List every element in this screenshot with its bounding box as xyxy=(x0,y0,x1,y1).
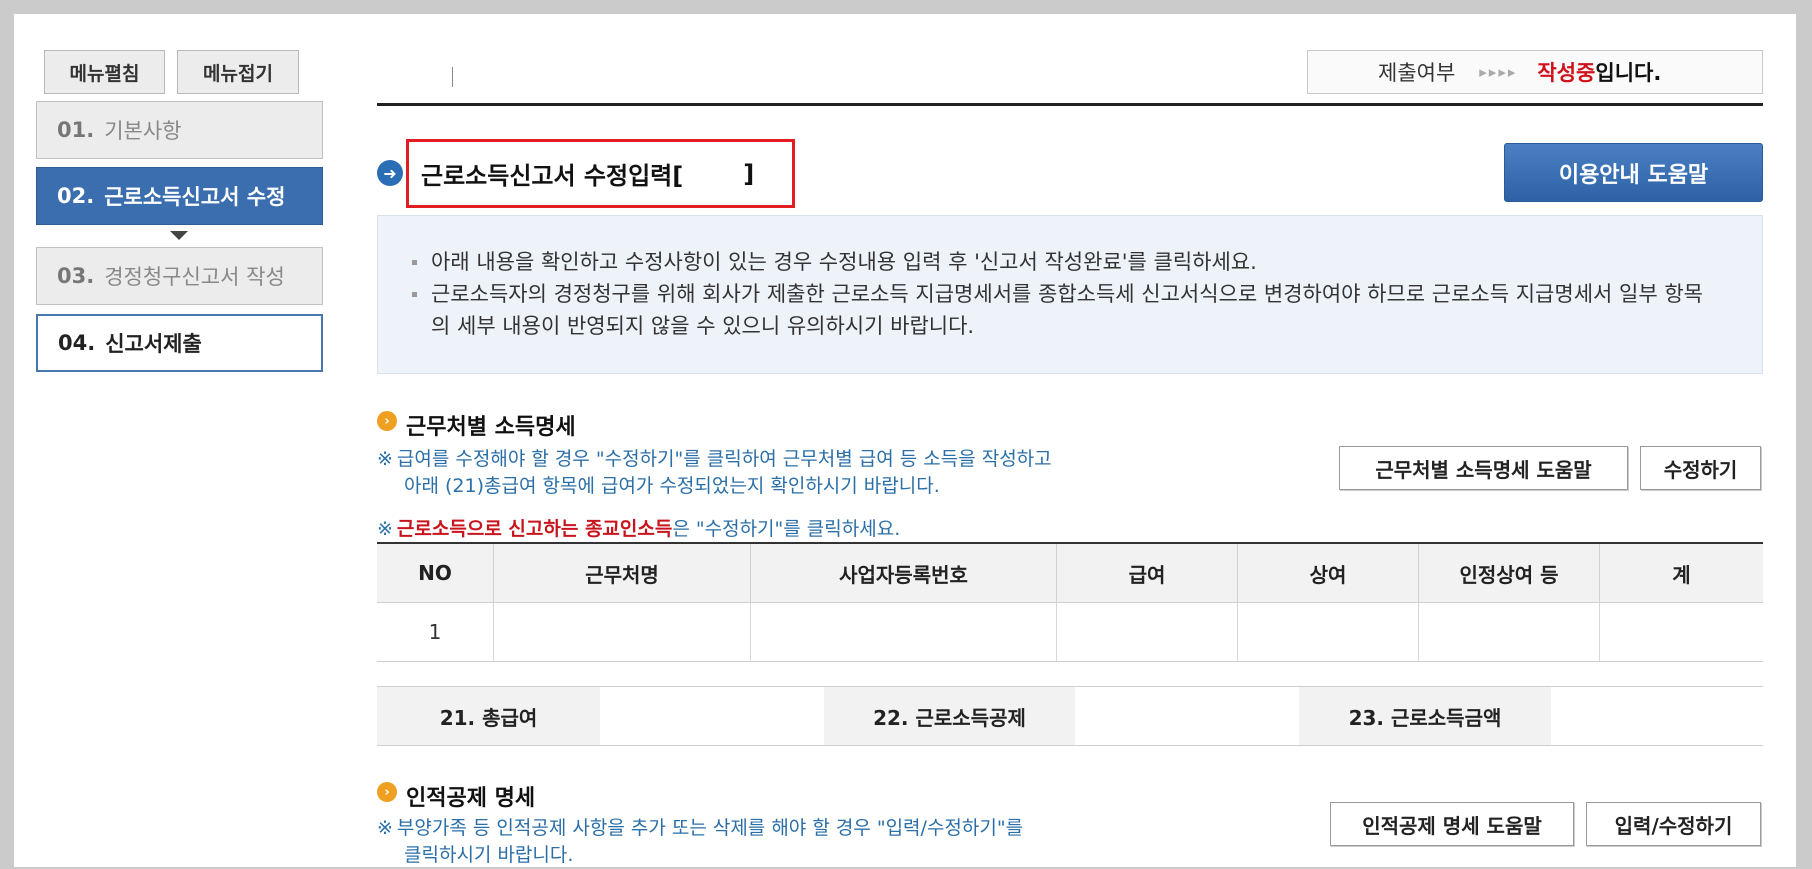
menu-collapse-button[interactable]: 메뉴접기 xyxy=(177,50,299,94)
note-line2: 클릭하시기 바랍니다. xyxy=(404,844,574,866)
table-cell xyxy=(1418,602,1600,662)
page-title-bracket: ] xyxy=(743,159,755,188)
step-label: 근로소득신고서 수정 xyxy=(104,185,286,209)
personal-section-title: 인적공제 명세 xyxy=(406,786,536,811)
page-title-text: 근로소득신고서 수정입력[ xyxy=(421,162,684,190)
income-section-title: 근무처별 소득명세 xyxy=(406,415,576,440)
personal-edit-button[interactable]: 입력/수정하기 xyxy=(1586,802,1761,846)
notice-item: 근로소득자의 경정청구를 위해 회사가 제출한 근로소득 지급명세서를 종합소득… xyxy=(412,278,1722,342)
summary-label: 23. 근로소득금액 xyxy=(1299,686,1551,746)
column-header: 인정상여 등 xyxy=(1418,543,1600,603)
column-header: 사업자등록번호 xyxy=(750,543,1057,603)
table-cell xyxy=(493,602,751,662)
income-table: NO 근무처명 사업자등록번호 급여 상여 인정상여 등 계 1 xyxy=(377,542,1763,662)
status-rest: 입니다. xyxy=(1595,61,1662,85)
column-header: 급여 xyxy=(1056,543,1238,603)
income-help-button[interactable]: 근무처별 소득명세 도움말 xyxy=(1339,446,1628,490)
column-header: NO xyxy=(377,543,494,603)
table-header-row: NO 근무처명 사업자등록번호 급여 상여 인정상여 등 계 xyxy=(377,543,1763,603)
submission-status: 제출여부 ▸▸▸▸ 작성중입니다. xyxy=(1307,50,1763,94)
note-mark: ※ xyxy=(377,817,393,839)
column-header: 계 xyxy=(1599,543,1763,603)
income-summary-table: 21. 총급여 22. 근로소득공제 23. 근로소득금액 xyxy=(377,686,1763,746)
step-income-report-edit[interactable]: 02. 근로소득신고서 수정 xyxy=(36,167,323,225)
step-down-arrow-icon xyxy=(170,231,188,240)
table-cell xyxy=(1056,602,1238,662)
chevron-right-icon: › xyxy=(377,411,397,431)
status-value: 작성중입니다. xyxy=(1537,57,1661,87)
note-rest-text: 은 "수정하기"를 클릭하세요. xyxy=(672,518,901,540)
status-label: 제출여부 xyxy=(1378,61,1456,85)
note-red-text: 근로소득으로 신고하는 종교인소득 xyxy=(396,518,673,540)
step-label: 기본사항 xyxy=(104,119,182,143)
usage-help-button[interactable]: 이용안내 도움말 xyxy=(1504,143,1763,202)
step-number: 03. xyxy=(57,264,95,288)
personal-note: ※ 부양가족 등 인적공제 사항을 추가 또는 삭제를 해야 할 경우 "입력/수… xyxy=(377,815,1177,869)
note-line2: 아래 (21)총급여 항목에 급여가 수정되었는지 확인하시기 바랍니다. xyxy=(404,475,940,497)
step-submit-report[interactable]: 04. 신고서제출 xyxy=(36,314,323,372)
step-correction-claim[interactable]: 03. 경정청구신고서 작성 xyxy=(36,247,323,305)
step-number: 02. xyxy=(57,184,95,208)
arrow-right-icon: ➜ xyxy=(377,160,403,186)
table-cell xyxy=(750,602,1057,662)
chevron-right-icon: › xyxy=(377,782,397,802)
summary-label: 21. 총급여 xyxy=(377,686,600,746)
summary-value xyxy=(1075,686,1299,746)
note-mark: ※ xyxy=(377,448,393,470)
summary-row: 21. 총급여 22. 근로소득공제 23. 근로소득금액 xyxy=(377,686,1763,746)
note-line1: 급여를 수정해야 할 경우 "수정하기"를 클릭하여 근무처별 급여 등 소득을… xyxy=(396,448,1052,470)
header-divider xyxy=(377,103,1763,106)
table-cell xyxy=(1599,602,1763,662)
summary-value xyxy=(1551,686,1763,746)
status-highlight: 작성중 xyxy=(1537,61,1596,85)
note-line1: 부양가족 등 인적공제 사항을 추가 또는 삭제를 해야 할 경우 "입력/수정… xyxy=(396,817,1024,839)
page-title: 근로소득신고서 수정입력[ ] xyxy=(406,139,795,208)
income-note: ※ 급여를 수정해야 할 경우 "수정하기"를 클릭하여 근무처별 급여 등 소득… xyxy=(377,446,1177,500)
table-row: 1 xyxy=(377,602,1763,662)
column-header: 근무처명 xyxy=(493,543,751,603)
religious-income-note: ※ 근로소득으로 신고하는 종교인소득은 "수정하기"를 클릭하세요. xyxy=(377,516,1277,543)
step-number: 04. xyxy=(58,331,96,355)
notice-item: 아래 내용을 확인하고 수정사항이 있는 경우 수정내용 입력 후 '신고서 작… xyxy=(412,246,1722,278)
step-basic-info[interactable]: 01. 기본사항 xyxy=(36,101,323,159)
arrows-icon: ▸▸▸▸ xyxy=(1479,63,1518,81)
summary-label: 22. 근로소득공제 xyxy=(824,686,1075,746)
summary-value xyxy=(600,686,824,746)
step-label: 경정청구신고서 작성 xyxy=(104,265,285,289)
table-cell xyxy=(1237,602,1419,662)
table-cell: 1 xyxy=(377,602,494,662)
divider xyxy=(452,67,453,87)
note-mark: ※ xyxy=(377,518,393,540)
step-label: 신고서제출 xyxy=(105,332,202,356)
personal-help-button[interactable]: 인적공제 명세 도움말 xyxy=(1330,802,1574,846)
menu-expand-button[interactable]: 메뉴펼침 xyxy=(44,50,165,94)
column-header: 상여 xyxy=(1237,543,1419,603)
step-number: 01. xyxy=(57,118,95,142)
notice-box: 아래 내용을 확인하고 수정사항이 있는 경우 수정내용 입력 후 '신고서 작… xyxy=(377,215,1763,374)
income-edit-button[interactable]: 수정하기 xyxy=(1640,446,1761,490)
